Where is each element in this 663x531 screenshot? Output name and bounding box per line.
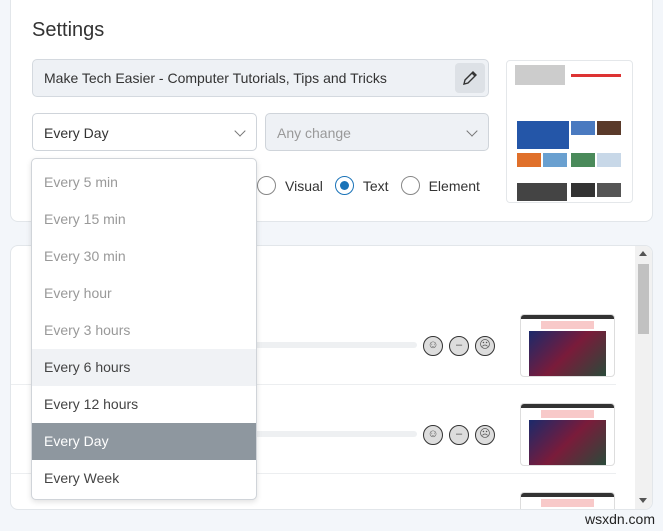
- menu-item[interactable]: Every 30 min: [32, 238, 256, 275]
- menu-item[interactable]: Every 3 hours: [32, 312, 256, 349]
- menu-item-selected[interactable]: Every Day: [32, 423, 256, 460]
- change-type-placeholder: Any change: [277, 125, 351, 141]
- mode-radio-group: Visual Text Element: [257, 176, 492, 195]
- snapshot-thumbnail[interactable]: [520, 492, 615, 509]
- url-text: Make Tech Easier - Computer Tutorials, T…: [44, 70, 387, 86]
- change-type-select[interactable]: Any change: [265, 113, 489, 151]
- menu-item[interactable]: Every 6 hours: [32, 349, 256, 386]
- happy-face-icon[interactable]: ☺: [423, 336, 443, 356]
- snapshot-thumbnail[interactable]: [520, 403, 615, 466]
- watermark: wsxdn.com: [584, 511, 655, 527]
- menu-item[interactable]: Every 15 min: [32, 201, 256, 238]
- scrollbar-thumb[interactable]: [638, 264, 649, 334]
- pencil-icon: [463, 71, 477, 85]
- menu-item[interactable]: Every Week: [32, 460, 256, 497]
- radio-button[interactable]: [400, 176, 420, 195]
- scrollbar[interactable]: [635, 246, 652, 509]
- menu-item[interactable]: Every 12 hours: [32, 386, 256, 423]
- radio-label: Text: [362, 177, 389, 194]
- neutral-face-icon[interactable]: –: [449, 336, 469, 356]
- url-field[interactable]: Make Tech Easier - Computer Tutorials, T…: [32, 59, 489, 97]
- chevron-down-icon: [466, 125, 478, 137]
- chevron-down-icon: [234, 125, 246, 137]
- radio-element[interactable]: Element: [400, 176, 480, 195]
- scroll-down-arrow-icon[interactable]: [639, 498, 647, 503]
- radio-text[interactable]: Text: [334, 176, 389, 195]
- snapshot-thumbnail[interactable]: [520, 314, 615, 377]
- frequency-value: Every Day: [44, 125, 109, 141]
- radio-button[interactable]: [257, 176, 276, 195]
- frequency-dropdown-menu: Every 5 min Every 15 min Every 30 min Ev…: [31, 158, 257, 500]
- radio-button[interactable]: [334, 176, 354, 195]
- frequency-select[interactable]: Every Day: [32, 113, 257, 151]
- edit-button[interactable]: [455, 63, 485, 93]
- page-preview-thumbnail: [506, 60, 633, 203]
- happy-face-icon[interactable]: ☺: [423, 425, 443, 445]
- scroll-up-arrow-icon[interactable]: [639, 251, 647, 256]
- sad-face-icon[interactable]: ☹: [475, 336, 495, 356]
- radio-label: Element: [428, 177, 480, 194]
- radio-visual[interactable]: Visual: [257, 176, 323, 195]
- sad-face-icon[interactable]: ☹: [475, 425, 495, 445]
- radio-label: Visual: [285, 177, 323, 194]
- menu-item[interactable]: Every 5 min: [32, 164, 256, 201]
- settings-title: Settings: [32, 19, 105, 41]
- menu-item[interactable]: Every hour: [32, 275, 256, 312]
- neutral-face-icon[interactable]: –: [449, 425, 469, 445]
